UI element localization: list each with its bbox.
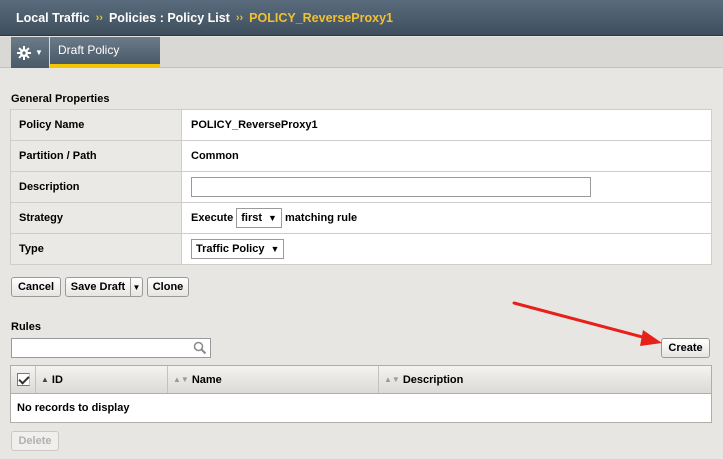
policy-name-label: Policy Name bbox=[10, 109, 182, 141]
type-label: Type bbox=[10, 233, 182, 265]
description-input[interactable] bbox=[191, 177, 591, 197]
select-all-checkbox[interactable] bbox=[16, 373, 30, 386]
description-row: Description bbox=[10, 171, 712, 203]
column-header-description-label: Description bbox=[402, 373, 464, 386]
save-draft-button[interactable]: Save Draft bbox=[65, 277, 131, 297]
gear-menu-button[interactable]: ▼ bbox=[11, 37, 49, 68]
column-header-description[interactable]: ▲▼ Description bbox=[379, 366, 711, 393]
clone-button[interactable]: Clone bbox=[147, 277, 189, 297]
type-selected-value: Traffic Policy bbox=[196, 243, 265, 255]
cancel-button[interactable]: Cancel bbox=[11, 277, 61, 297]
rules-table: ▲ ID ▲▼ Name ▲▼ Description No records t… bbox=[10, 365, 712, 423]
save-draft-menu-button[interactable]: ▼ bbox=[130, 277, 143, 297]
sort-icon: ▲▼ bbox=[173, 375, 189, 384]
tab-draft-policy[interactable]: Draft Policy bbox=[50, 37, 160, 68]
policy-name-row: Policy Name POLICY_ReverseProxy1 bbox=[10, 109, 712, 141]
column-header-name-label: Name bbox=[191, 373, 222, 386]
type-row: Type Traffic Policy ▼ bbox=[10, 233, 712, 265]
general-properties-table: Policy Name POLICY_ReverseProxy1 Partiti… bbox=[10, 109, 712, 265]
chevron-down-icon: ▼ bbox=[132, 282, 141, 292]
breadcrumb-separator: ›› bbox=[235, 11, 244, 24]
column-header-id[interactable]: ▲ ID bbox=[36, 366, 168, 393]
breadcrumb-separator: ›› bbox=[95, 11, 103, 24]
strategy-selected-value: first bbox=[241, 212, 263, 224]
chevron-down-icon: ▼ bbox=[35, 48, 43, 57]
strategy-label: Strategy bbox=[10, 202, 182, 234]
partition-row: Partition / Path Common bbox=[10, 140, 712, 172]
policy-name-value: POLICY_ReverseProxy1 bbox=[181, 109, 712, 141]
rules-title: Rules bbox=[11, 321, 41, 333]
strategy-prefix: Execute bbox=[191, 212, 234, 224]
chevron-down-icon: ▼ bbox=[268, 213, 277, 223]
description-label: Description bbox=[10, 171, 182, 203]
strategy-row: Strategy Execute first ▼ matching rule bbox=[10, 202, 712, 234]
column-header-name[interactable]: ▲▼ Name bbox=[168, 366, 379, 393]
create-rule-button[interactable]: Create bbox=[661, 338, 710, 358]
column-header-id-label: ID bbox=[51, 373, 63, 386]
chevron-down-icon: ▼ bbox=[270, 244, 280, 254]
strategy-select[interactable]: first ▼ bbox=[236, 208, 282, 228]
delete-button[interactable]: Delete bbox=[11, 431, 59, 451]
general-properties-title: General Properties bbox=[11, 93, 110, 105]
type-select[interactable]: Traffic Policy ▼ bbox=[191, 239, 285, 259]
breadcrumb: Local Traffic ›› Policies : Policy List … bbox=[0, 0, 723, 36]
rules-table-header: ▲ ID ▲▼ Name ▲▼ Description bbox=[11, 366, 711, 394]
partition-value: Common bbox=[181, 140, 712, 172]
sort-icon: ▲▼ bbox=[384, 375, 400, 384]
breadcrumb-current-policy: POLICY_ReverseProxy1 bbox=[249, 10, 394, 25]
sort-ascending-icon: ▲ bbox=[41, 375, 49, 384]
gear-icon bbox=[17, 45, 32, 60]
rules-search-input[interactable] bbox=[11, 338, 211, 358]
partition-label: Partition / Path bbox=[10, 140, 182, 172]
select-all-cell bbox=[11, 366, 36, 393]
search-icon[interactable] bbox=[193, 341, 207, 355]
tab-bar: ▼ Draft Policy bbox=[0, 37, 723, 68]
strategy-suffix: matching rule bbox=[285, 212, 358, 224]
breadcrumb-policy-list[interactable]: Policies : Policy List bbox=[109, 11, 230, 25]
empty-table-message: No records to display bbox=[17, 402, 130, 414]
breadcrumb-local-traffic[interactable]: Local Traffic bbox=[16, 11, 90, 25]
